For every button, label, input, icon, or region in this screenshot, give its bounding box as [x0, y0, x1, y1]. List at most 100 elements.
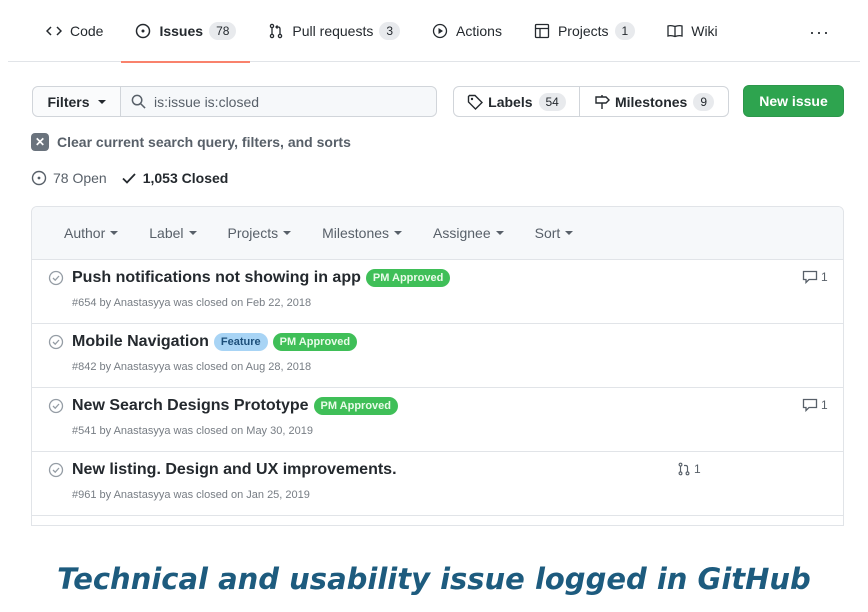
chevron-down-icon [188, 231, 197, 235]
check-icon [121, 170, 137, 186]
tab-projects-label: Projects [557, 22, 609, 39]
author-filter-label: Author [64, 225, 106, 241]
chevron-down-icon [394, 231, 403, 235]
projects-filter-dropdown[interactable]: Projects [228, 225, 292, 241]
issues-count: 78 [209, 21, 237, 40]
filters-label: Filters [47, 93, 90, 110]
repo-nav: Code Issues 78 Pull requests 3 Actions P… [8, 0, 860, 63]
issue-label-feature[interactable]: Feature [213, 333, 268, 351]
issue-title-link[interactable]: Push notifications not showing in app PM… [72, 269, 451, 287]
issue-meta: #654 by Anastasyya was closed on Feb 22,… [72, 297, 312, 309]
assignee-filter-label: Assignee [433, 225, 491, 241]
milestone-icon [594, 94, 610, 110]
clear-filters-link[interactable]: ✕ Clear current search query, filters, a… [31, 133, 351, 151]
issue-opened-icon [135, 23, 151, 39]
label-filter-label: Label [149, 225, 184, 241]
issue-title-link[interactable]: New Search Designs Prototype PM Approved [72, 397, 399, 415]
assignee-filter-dropdown[interactable]: Assignee [433, 225, 504, 241]
search-input[interactable] [154, 93, 414, 110]
issue-meta: #961 by Anastasyya was closed on Jan 25,… [72, 489, 310, 501]
comments-link[interactable]: 1 [802, 398, 828, 412]
open-issues-label: 78 Open [53, 170, 107, 186]
label-filter-dropdown[interactable]: Label [149, 225, 197, 241]
issue-title-link[interactable]: New listing. Design and UX improvements. [72, 461, 397, 479]
issue-title-link[interactable]: Mobile Navigation Feature PM Approved [72, 333, 358, 351]
labels-count: 54 [538, 92, 566, 111]
play-icon [432, 23, 448, 39]
tab-code-label: Code [70, 22, 104, 39]
milestones-count: 9 [693, 92, 715, 111]
issue-closed-icon [48, 462, 64, 478]
issue-opened-icon [31, 170, 47, 186]
issue-title: New listing. Design and UX improvements. [72, 461, 397, 478]
issue-label-pm-approved[interactable]: PM Approved [313, 397, 399, 415]
issue-meta: #842 by Anastasyya was closed on Aug 28,… [72, 361, 312, 373]
pull-requests-count: 3 [379, 21, 401, 40]
search-icon [131, 94, 146, 109]
tab-wiki[interactable]: Wiki [667, 0, 718, 62]
issue-row[interactable]: Push notifications not showing in app PM… [32, 260, 843, 324]
linked-pull-requests-count: 1 [694, 462, 701, 476]
tab-code[interactable]: Code [46, 0, 103, 62]
comments-count: 1 [821, 270, 828, 284]
projects-filter-label: Projects [227, 225, 279, 241]
tab-issues-label: Issues [159, 22, 204, 39]
linked-pull-requests-link[interactable]: 1 [677, 462, 701, 476]
search-field [121, 87, 436, 116]
tab-issues[interactable]: Issues 78 [121, 0, 251, 63]
filters-dropdown[interactable]: Filters [33, 87, 121, 116]
new-issue-button[interactable]: New issue [743, 85, 844, 117]
chevron-down-icon [110, 231, 119, 235]
milestones-button[interactable]: Milestones 9 [580, 87, 728, 116]
issue-closed-icon [48, 334, 64, 350]
more-options-icon[interactable]: ··· [809, 22, 830, 43]
labels-label: Labels [488, 93, 533, 110]
pull-request-icon [268, 23, 284, 39]
tab-wiki-label: Wiki [691, 22, 718, 39]
issue-label-pm-approved[interactable]: PM Approved [272, 333, 358, 351]
book-icon [667, 23, 683, 39]
sort-dropdown[interactable]: Sort [535, 225, 574, 241]
milestones-label: Milestones [614, 93, 688, 110]
clear-filters-label: Clear current search query, filters, and… [57, 134, 351, 150]
milestones-filter-dropdown[interactable]: Milestones [322, 225, 403, 241]
chevron-down-icon [97, 99, 106, 104]
issue-title: Push notifications not showing in app [72, 269, 361, 286]
project-icon [534, 23, 550, 39]
author-filter-dropdown[interactable]: Author [64, 225, 119, 241]
issue-title: New Search Designs Prototype [72, 397, 309, 414]
comments-link[interactable]: 1 [802, 270, 828, 284]
chevron-down-icon [283, 231, 292, 235]
tab-projects[interactable]: Projects 1 [534, 0, 636, 62]
comments-count: 1 [821, 398, 828, 412]
chevron-down-icon [495, 231, 504, 235]
tab-pull-requests[interactable]: Pull requests 3 [268, 0, 401, 62]
issue-row[interactable]: Mobile Navigation Feature PM Approved #8… [32, 324, 843, 388]
filter-search-group: Filters [32, 86, 437, 117]
issues-list: Author Label Projects Milestones Assigne… [31, 206, 844, 526]
issue-title: Mobile Navigation [72, 333, 209, 350]
comment-icon [802, 270, 818, 284]
close-icon: ✕ [31, 133, 49, 151]
issue-row[interactable]: New Search Designs Prototype PM Approved… [32, 388, 843, 452]
issue-state-toggle: 78 Open 1,053 Closed [31, 170, 242, 186]
issues-list-header: Author Label Projects Milestones Assigne… [32, 207, 843, 260]
tab-pull-requests-label: Pull requests [292, 22, 374, 39]
labels-button[interactable]: Labels 54 [454, 87, 580, 116]
tab-actions[interactable]: Actions [432, 0, 502, 62]
labels-milestones-group: Labels 54 Milestones 9 [453, 86, 729, 117]
issue-closed-icon [48, 398, 64, 414]
closed-issues-label: 1,053 Closed [142, 170, 229, 186]
chevron-down-icon [565, 231, 574, 235]
projects-count: 1 [614, 21, 636, 40]
closed-issues-link[interactable]: 1,053 Closed [121, 170, 229, 186]
milestones-filter-label: Milestones [322, 225, 390, 241]
pull-request-icon [677, 462, 691, 476]
comment-icon [802, 398, 818, 412]
image-caption: Technical and usability issue logged in … [57, 562, 811, 596]
issue-row[interactable]: New listing. Design and UX improvements.… [32, 452, 843, 516]
code-icon [46, 23, 62, 39]
tab-actions-label: Actions [456, 22, 502, 39]
issue-label-pm-approved[interactable]: PM Approved [365, 269, 451, 287]
open-issues-link[interactable]: 78 Open [31, 170, 107, 186]
